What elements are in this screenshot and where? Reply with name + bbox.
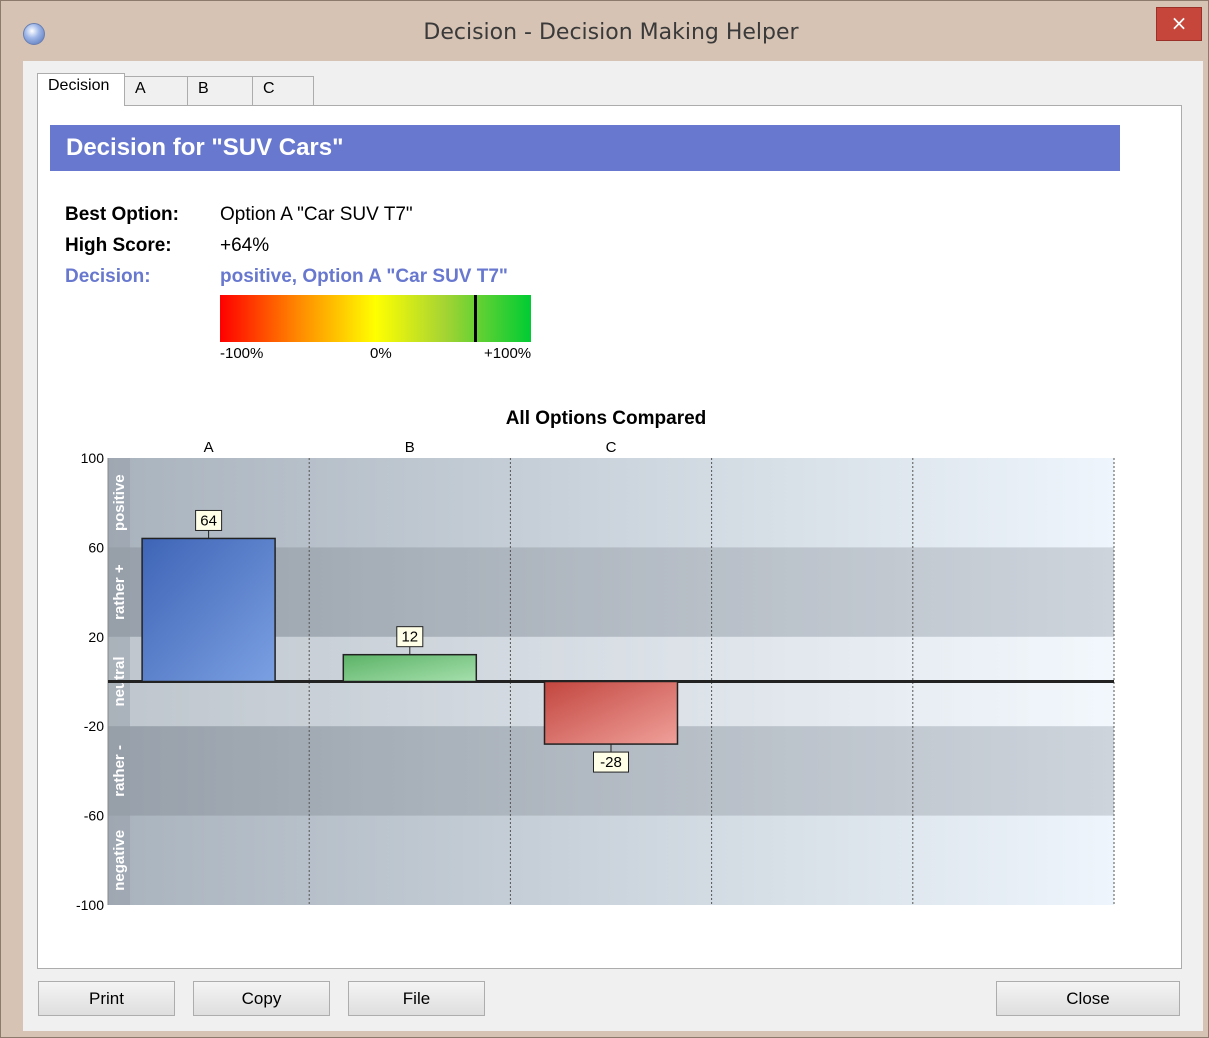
decision-value: positive, Option A "Car SUV T7" <box>220 266 508 287</box>
y-tick-label: 100 <box>81 450 105 466</box>
bar-c <box>543 680 679 745</box>
best-option-value: Option A "Car SUV T7" <box>220 204 413 225</box>
y-tick-label: 20 <box>88 629 104 645</box>
window-close-button[interactable]: × <box>1156 7 1202 41</box>
category-label: B <box>405 439 415 456</box>
band-label: negative <box>111 830 128 891</box>
best-option-label: Best Option: <box>65 204 179 225</box>
gauge-min-label: -100% <box>220 345 264 362</box>
gauge-mid-label: 0% <box>370 345 392 362</box>
close-button[interactable]: Close <box>996 981 1180 1016</box>
window-title: Decision - Decision Making Helper <box>423 20 799 45</box>
y-tick-label: -20 <box>84 718 104 734</box>
gauge-max-label: +100% <box>484 345 532 362</box>
data-label: -28 <box>600 754 622 771</box>
options-bar-chart: positiverather +neutralrather -negative1… <box>76 439 1115 913</box>
category-label: C <box>606 439 617 456</box>
high-score-value: +64% <box>220 235 270 256</box>
y-tick-label: -100 <box>76 897 104 913</box>
band-label: rather - <box>111 745 128 797</box>
band-label: positive <box>111 474 128 531</box>
chart-title: All Options Compared <box>505 408 707 429</box>
category-label: A <box>204 439 214 456</box>
band-label: rather + <box>111 564 128 620</box>
decision-label: Decision: <box>65 266 151 287</box>
decision-panel: Decision for "SUV Cars" Best Option: Opt… <box>37 105 1182 969</box>
decision-banner: Decision for "SUV Cars" <box>50 125 1120 171</box>
copy-button[interactable]: Copy <box>193 981 330 1016</box>
tab-a[interactable]: A <box>124 76 188 106</box>
file-button[interactable]: File <box>348 981 485 1016</box>
y-tick-label: -60 <box>84 808 104 824</box>
high-score-label: High Score: <box>65 235 172 256</box>
tab-decision[interactable]: Decision <box>37 73 125 106</box>
score-gauge <box>220 295 531 342</box>
dialog-client: Decision A B C Decision for "SUV Cars" B… <box>23 61 1203 1031</box>
data-label: 64 <box>200 512 217 529</box>
bar-a <box>141 537 276 683</box>
tab-c[interactable]: C <box>252 76 314 106</box>
tab-b[interactable]: B <box>187 76 253 106</box>
print-button[interactable]: Print <box>38 981 175 1016</box>
gauge-marker <box>474 295 478 342</box>
y-tick-label: 60 <box>88 539 104 555</box>
data-label: 12 <box>401 629 418 646</box>
title-bar: Decision - Decision Making Helper × <box>1 1 1208 61</box>
dialog-window: Decision - Decision Making Helper × Deci… <box>0 0 1209 1038</box>
bar-b <box>342 653 478 683</box>
